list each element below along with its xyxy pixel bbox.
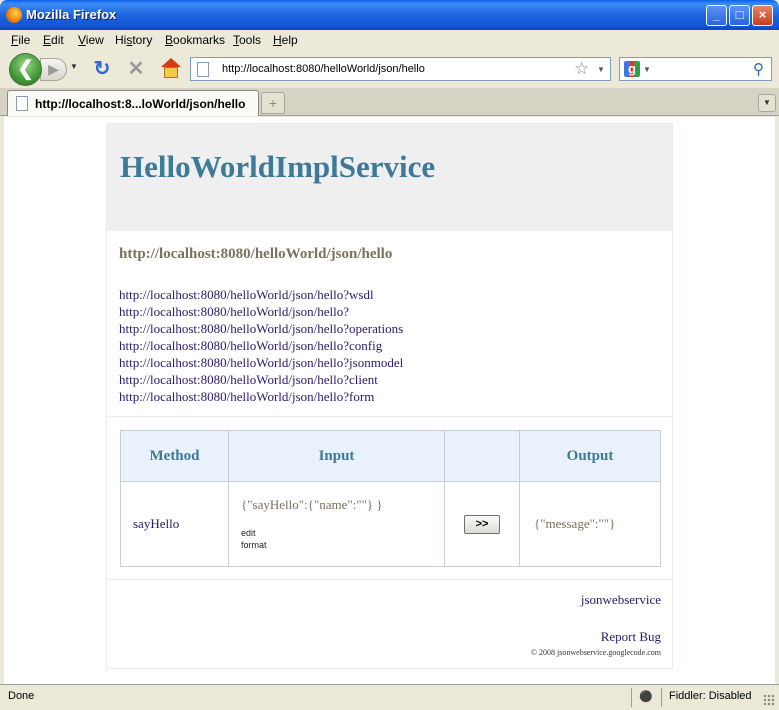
magnifier-icon[interactable]: ⚲ bbox=[753, 60, 764, 78]
chevron-down-icon: ▼ bbox=[763, 98, 771, 107]
stop-icon[interactable]: ✕ bbox=[125, 58, 147, 80]
jsonwebservice-link[interactable]: jsonwebservice bbox=[581, 592, 661, 608]
new-tab-button[interactable]: + bbox=[261, 92, 285, 114]
firefox-icon bbox=[6, 7, 22, 23]
fiddler-icon[interactable]: ⚫ bbox=[639, 690, 653, 704]
format-link[interactable]: format bbox=[241, 539, 444, 551]
menu-view[interactable]: View bbox=[78, 33, 104, 47]
tab-strip: http://localhost:8...loWorld/json/hello … bbox=[0, 88, 779, 116]
url-bar[interactable]: http://localhost:8080/helloWorld/json/he… bbox=[190, 57, 611, 81]
report-bug-link[interactable]: Report Bug bbox=[601, 629, 661, 645]
table-row: sayHello {"sayHello":{"name":""} } edit … bbox=[120, 481, 661, 567]
header-input: Input bbox=[228, 430, 445, 482]
window-title-bar[interactable]: Mozilla Firefox _ □ × bbox=[0, 0, 779, 30]
menu-edit[interactable]: Edit bbox=[43, 33, 64, 47]
link-config[interactable]: http://localhost:8080/helloWorld/json/he… bbox=[119, 337, 403, 354]
forward-button[interactable]: ▶ bbox=[40, 58, 67, 81]
header-method: Method bbox=[120, 430, 229, 482]
bookmark-star-icon[interactable]: ☆ bbox=[574, 59, 589, 79]
copyright-text: © 2008 jsonwebservice.googlecode.com bbox=[530, 648, 661, 657]
output-json: {"message":""} bbox=[519, 481, 661, 567]
home-icon[interactable] bbox=[159, 58, 183, 80]
edit-link[interactable]: edit bbox=[241, 527, 444, 539]
menu-tools[interactable]: Tools bbox=[233, 33, 261, 47]
back-button[interactable]: ❮ bbox=[9, 53, 42, 86]
page-content: HelloWorldImplService http://localhost:8… bbox=[4, 117, 775, 684]
link-form[interactable]: http://localhost:8080/helloWorld/json/he… bbox=[119, 388, 403, 405]
endpoint-url: http://localhost:8080/helloWorld/json/he… bbox=[119, 246, 393, 262]
close-button[interactable]: × bbox=[752, 5, 773, 26]
forward-icon: ▶ bbox=[48, 61, 59, 77]
link-operations[interactable]: http://localhost:8080/helloWorld/json/he… bbox=[119, 320, 403, 337]
menu-help[interactable]: Help bbox=[273, 33, 298, 47]
divider bbox=[107, 416, 672, 417]
menu-file[interactable]: File bbox=[11, 33, 30, 47]
link-wsdl[interactable]: http://localhost:8080/helloWorld/json/he… bbox=[119, 286, 403, 303]
menu-bar: File Edit View History Bookmarks Tools H… bbox=[0, 30, 779, 51]
list-all-tabs-button[interactable]: ▼ bbox=[758, 94, 776, 112]
status-text: Done bbox=[8, 690, 35, 702]
status-bar: Done ⚫ Fiddler: Disabled bbox=[0, 684, 779, 710]
page-title: HelloWorldImplService bbox=[120, 149, 436, 184]
action-cell: >> bbox=[444, 481, 520, 567]
minimize-button[interactable]: _ bbox=[706, 5, 727, 26]
navigation-toolbar: ▶ ❮ ▼ ↻ ✕ http://localhost:8080/helloWor… bbox=[0, 51, 779, 88]
service-links: http://localhost:8080/helloWorld/json/he… bbox=[119, 286, 403, 405]
plus-icon: + bbox=[268, 95, 278, 111]
header-action bbox=[444, 430, 520, 482]
divider bbox=[107, 579, 672, 580]
header-output: Output bbox=[519, 430, 661, 482]
status-separator bbox=[661, 688, 662, 707]
link-jsonmodel[interactable]: http://localhost:8080/helloWorld/json/he… bbox=[119, 354, 403, 371]
history-dropdown-icon[interactable]: ▼ bbox=[67, 62, 81, 76]
tab-active[interactable]: http://localhost:8...loWorld/json/hello bbox=[7, 90, 259, 116]
search-engine-dropdown-icon[interactable]: ▼ bbox=[643, 65, 651, 74]
menu-history[interactable]: History bbox=[115, 33, 152, 47]
input-json[interactable]: {"sayHello":{"name":""} } bbox=[241, 497, 444, 513]
google-icon[interactable]: g bbox=[624, 61, 640, 77]
maximize-button[interactable]: □ bbox=[729, 5, 750, 26]
url-dropdown-icon[interactable]: ▼ bbox=[597, 65, 605, 74]
search-bar[interactable]: g ▼ ⚲ bbox=[619, 57, 772, 81]
operations-table: Method Input Output sayHello {"sayHello"… bbox=[120, 430, 661, 567]
service-page: HelloWorldImplService http://localhost:8… bbox=[106, 123, 673, 669]
input-cell: {"sayHello":{"name":""} } edit format bbox=[228, 481, 445, 567]
resize-grip[interactable] bbox=[763, 694, 775, 706]
link-base[interactable]: http://localhost:8080/helloWorld/json/he… bbox=[119, 303, 403, 320]
status-separator bbox=[631, 688, 632, 707]
fiddler-status[interactable]: Fiddler: Disabled bbox=[669, 690, 752, 702]
page-icon bbox=[197, 62, 209, 77]
page-header: HelloWorldImplService bbox=[107, 124, 672, 231]
table-header-row: Method Input Output bbox=[120, 430, 661, 482]
link-client[interactable]: http://localhost:8080/helloWorld/json/he… bbox=[119, 371, 403, 388]
page-icon bbox=[16, 96, 28, 111]
tab-label: http://localhost:8...loWorld/json/hello bbox=[35, 97, 246, 111]
url-text[interactable]: http://localhost:8080/helloWorld/json/he… bbox=[222, 63, 425, 75]
invoke-button[interactable]: >> bbox=[464, 514, 500, 534]
menu-bookmarks[interactable]: Bookmarks bbox=[165, 33, 225, 47]
reload-icon[interactable]: ↻ bbox=[91, 58, 113, 80]
window-title: Mozilla Firefox bbox=[26, 7, 117, 22]
search-input[interactable] bbox=[654, 60, 750, 78]
back-icon: ❮ bbox=[17, 58, 34, 80]
method-name: sayHello bbox=[120, 481, 229, 567]
